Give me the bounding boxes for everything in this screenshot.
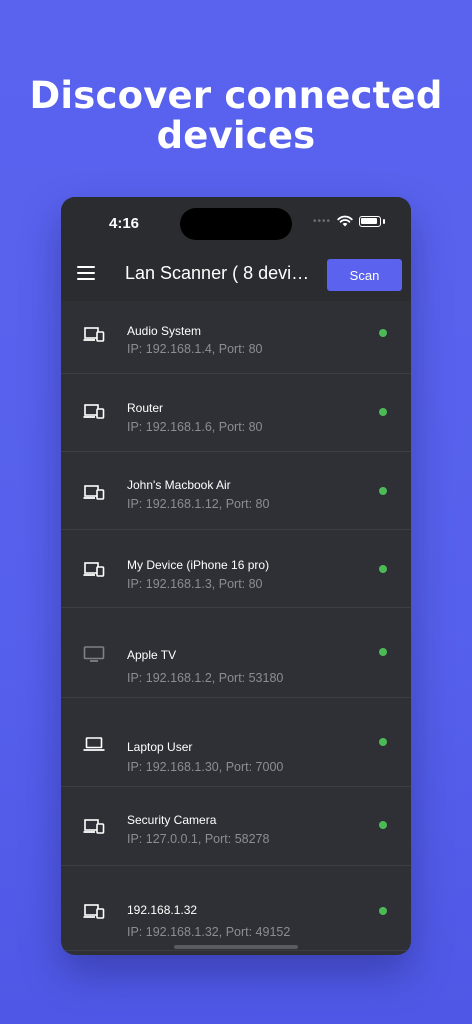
device-name: John's Macbook Air — [127, 478, 231, 492]
device-row[interactable]: Laptop User IP: 192.168.1.30, Port: 7000 — [61, 698, 411, 787]
online-status-dot — [379, 329, 387, 337]
device-name: 192.168.1.32 — [127, 903, 198, 917]
device-details: IP: 192.168.1.4, Port: 80 — [127, 342, 263, 356]
laptop-icon — [83, 735, 105, 753]
status-bar: 4:16 •••• — [61, 197, 411, 249]
online-status-dot — [379, 565, 387, 573]
app-title: Lan Scanner ( 8 devices) — [125, 263, 311, 283]
devices-icon — [83, 403, 105, 421]
dynamic-island — [180, 208, 292, 240]
app-bar: Lan Scanner ( 8 devices) Scan — [61, 249, 411, 301]
battery-tip — [383, 218, 385, 224]
online-status-dot — [379, 408, 387, 416]
device-name: Laptop User — [127, 740, 193, 754]
device-row[interactable]: Security Camera IP: 127.0.0.1, Port: 5827… — [61, 787, 411, 866]
device-details: IP: 127.0.0.1, Port: 58278 — [127, 832, 270, 846]
device-details: IP: 192.168.1.30, Port: 7000 — [127, 760, 284, 774]
devices-icon — [83, 818, 105, 836]
device-row[interactable]: My Device (iPhone 16 pro) IP: 192.168.1.3… — [61, 530, 411, 608]
device-details: IP: 192.168.1.2, Port: 53180 — [127, 671, 284, 685]
device-row[interactable]: Router IP: 192.168.1.6, Port: 80 — [61, 374, 411, 452]
online-status-dot — [379, 648, 387, 656]
online-status-dot — [379, 907, 387, 915]
headline-line-2: devices — [156, 114, 316, 157]
home-indicator — [174, 945, 298, 949]
device-row[interactable]: Apple TV IP: 192.168.1.2, Port: 53180 — [61, 608, 411, 698]
signal-dots-icon: •••• — [312, 215, 331, 227]
headline-line-1: Discover connected — [29, 74, 443, 117]
online-status-dot — [379, 738, 387, 746]
devices-icon — [83, 903, 105, 921]
device-details: IP: 192.168.1.6, Port: 80 — [127, 420, 263, 434]
wifi-icon — [337, 215, 353, 227]
device-name: Apple TV — [127, 648, 177, 662]
device-list: Audio System IP: 192.168.1.4, Port: 80 Rou… — [61, 301, 411, 951]
tv-icon — [83, 645, 105, 663]
headline: Discover connected devices — [0, 76, 472, 156]
device-details: IP: 192.168.1.3, Port: 80 — [127, 577, 263, 591]
device-name: Router — [127, 401, 164, 415]
scan-button[interactable]: Scan — [327, 259, 402, 291]
devices-icon — [83, 484, 105, 502]
device-row[interactable]: Audio System IP: 192.168.1.4, Port: 80 — [61, 301, 411, 374]
hamburger-menu-icon[interactable] — [77, 266, 95, 280]
device-name: My Device (iPhone 16 pro) — [127, 558, 270, 572]
devices-icon — [83, 326, 105, 344]
device-details: IP: 192.168.1.12, Port: 80 — [127, 497, 270, 511]
phone-screen: 4:16 •••• Lan Scanner ( 8 devices) Scan … — [61, 197, 411, 955]
device-details: IP: 192.168.1.32, Port: 49152 — [127, 925, 291, 939]
device-row[interactable]: John's Macbook Air IP: 192.168.1.12, Port… — [61, 452, 411, 530]
battery-icon — [359, 215, 381, 227]
status-icons: •••• — [313, 215, 385, 227]
device-row[interactable]: 192.168.1.32 IP: 192.168.1.32, Port: 4915… — [61, 866, 411, 951]
online-status-dot — [379, 821, 387, 829]
online-status-dot — [379, 487, 387, 495]
device-name: Audio System — [127, 324, 202, 338]
device-name: Security Camera — [127, 813, 217, 827]
devices-icon — [83, 561, 105, 579]
status-time: 4:16 — [109, 215, 140, 232]
